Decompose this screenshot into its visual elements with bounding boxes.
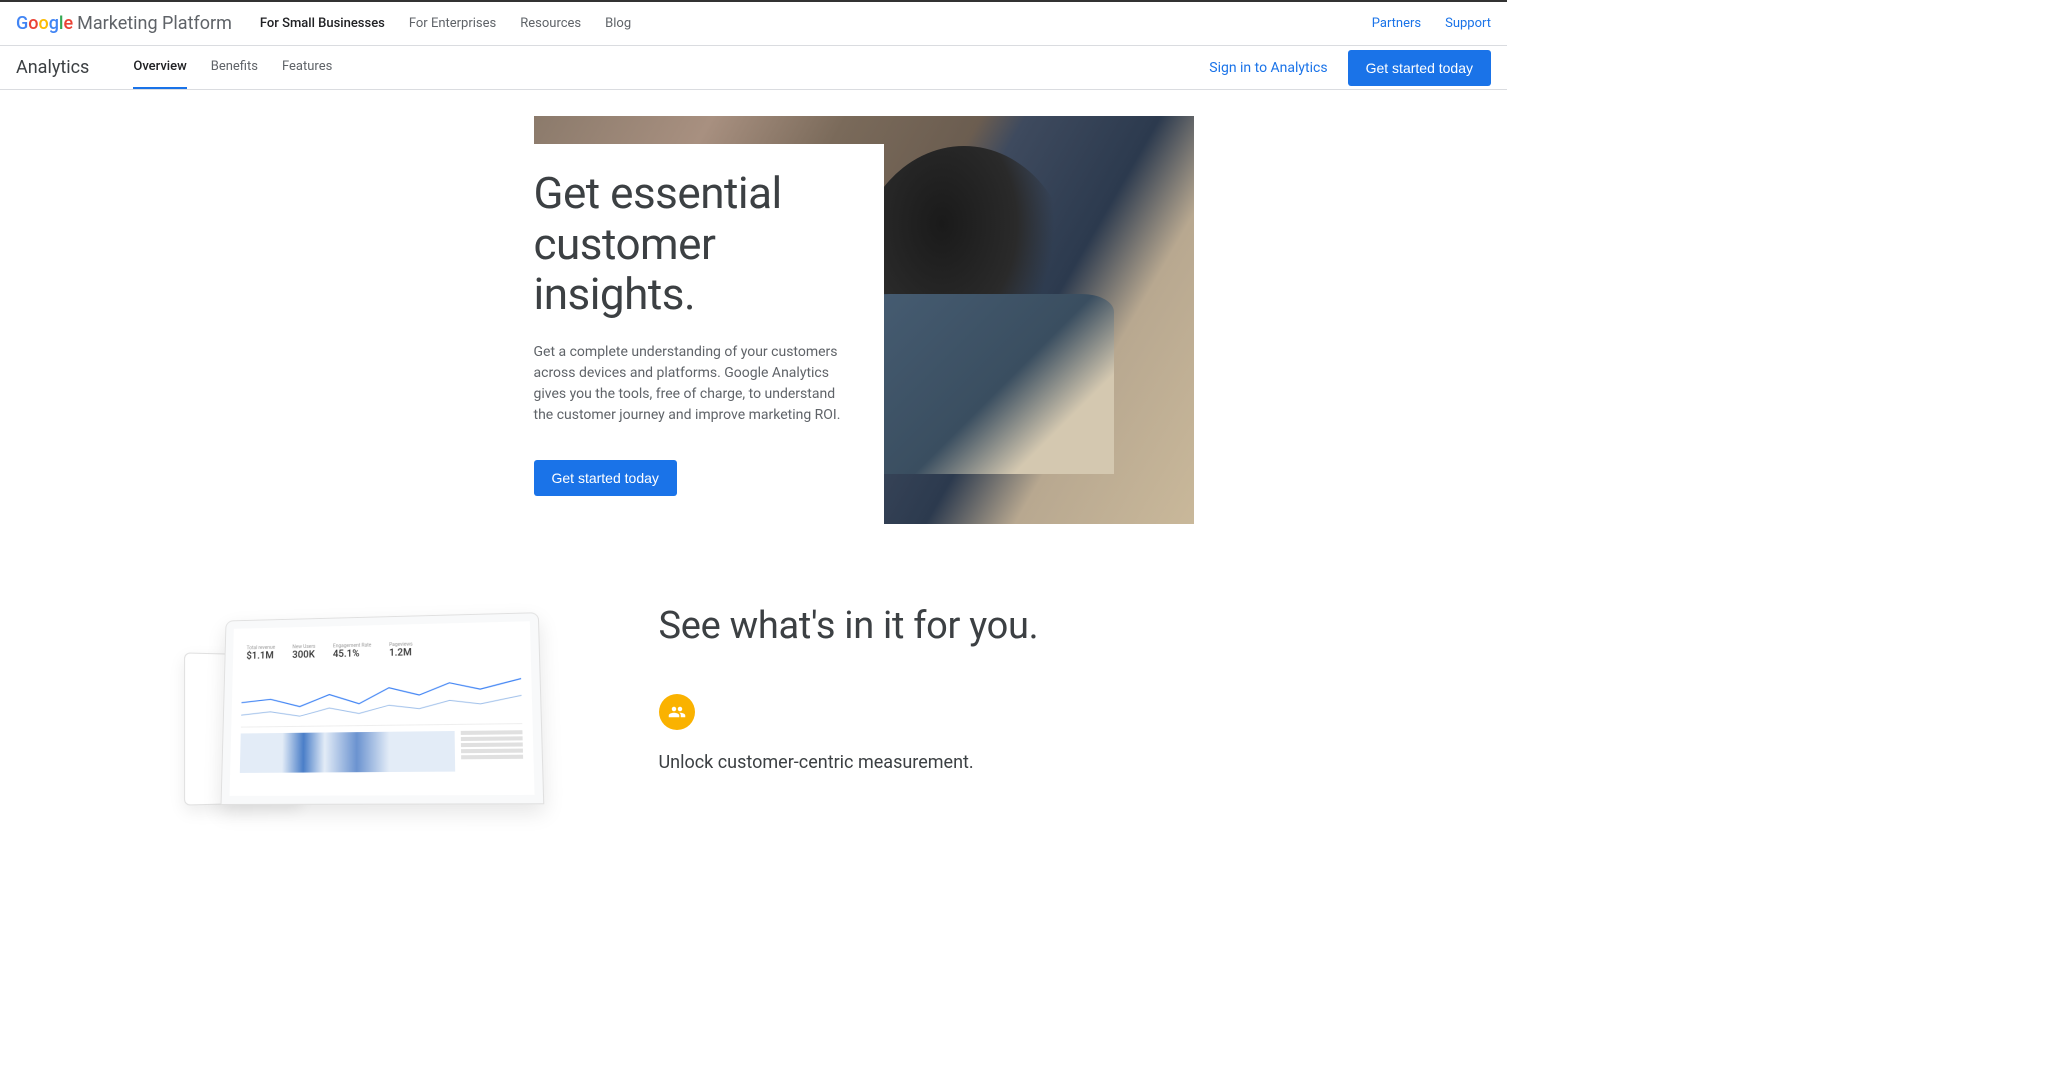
world-map-mini (239, 731, 454, 773)
stat-pageviews: Pageviews1.2M (389, 642, 413, 659)
stat-revenue: Total revenue$1.1M (246, 645, 275, 662)
nav-small-businesses[interactable]: For Small Businesses (260, 16, 385, 31)
stat-engagement: Engagement Rate45.1% (332, 643, 371, 660)
tab-overview[interactable]: Overview (133, 46, 186, 89)
dashboard-chart (240, 664, 521, 728)
dashboard-screen: Total revenue$1.1M New Users300K Engagem… (229, 621, 534, 796)
people-icon (659, 694, 695, 730)
header-top-right: Partners Support (1372, 16, 1491, 31)
hero-cta-wrap: Get started today (534, 460, 856, 496)
signin-link[interactable]: Sign in to Analytics (1209, 60, 1327, 76)
hero-card: Get essential customer insights. Get a c… (534, 144, 884, 530)
hero-description: Get a complete understanding of your cus… (534, 342, 854, 426)
link-partners[interactable]: Partners (1372, 16, 1421, 31)
subheader-right: Sign in to Analytics Get started today (1209, 50, 1491, 86)
dashboard-bottom (239, 730, 523, 773)
benefits-title: See what's in it for you. (659, 604, 1329, 650)
logo-suffix: Marketing Platform (77, 13, 232, 34)
header-sub: Analytics Overview Benefits Features Sig… (0, 46, 1507, 90)
benefits-text: See what's in it for you. Unlock custome… (659, 604, 1329, 804)
list-mini (460, 730, 523, 771)
product-name: Analytics (16, 57, 89, 78)
logo[interactable]: Google Marketing Platform (16, 13, 232, 34)
link-support[interactable]: Support (1445, 16, 1491, 31)
nav-blog[interactable]: Blog (605, 16, 631, 31)
hero-section: Get essential customer insights. Get a c… (139, 116, 1369, 524)
google-wordmark: Google (16, 13, 73, 34)
nav-secondary: Overview Benefits Features (133, 46, 332, 89)
hero-title: Get essential customer insights. (534, 168, 856, 320)
feature-title: Unlock customer-centric measurement. (659, 752, 1329, 773)
nav-enterprises[interactable]: For Enterprises (409, 16, 496, 31)
get-started-button-hero[interactable]: Get started today (534, 460, 677, 496)
benefits-section: Total revenue$1.1M New Users300K Engagem… (139, 604, 1369, 804)
tab-benefits[interactable]: Benefits (211, 46, 258, 89)
benefits-image: Total revenue$1.1M New Users300K Engagem… (179, 604, 599, 804)
tab-features[interactable]: Features (282, 46, 332, 89)
stat-users: New Users300K (292, 644, 315, 661)
nav-primary: For Small Businesses For Enterprises Res… (260, 16, 631, 31)
header-top: Google Marketing Platform For Small Busi… (0, 2, 1507, 46)
nav-resources[interactable]: Resources (520, 16, 581, 31)
get-started-button-header[interactable]: Get started today (1348, 50, 1491, 86)
dashboard-stats: Total revenue$1.1M New Users300K Engagem… (242, 639, 520, 662)
laptop-mockup: Total revenue$1.1M New Users300K Engagem… (220, 612, 544, 805)
